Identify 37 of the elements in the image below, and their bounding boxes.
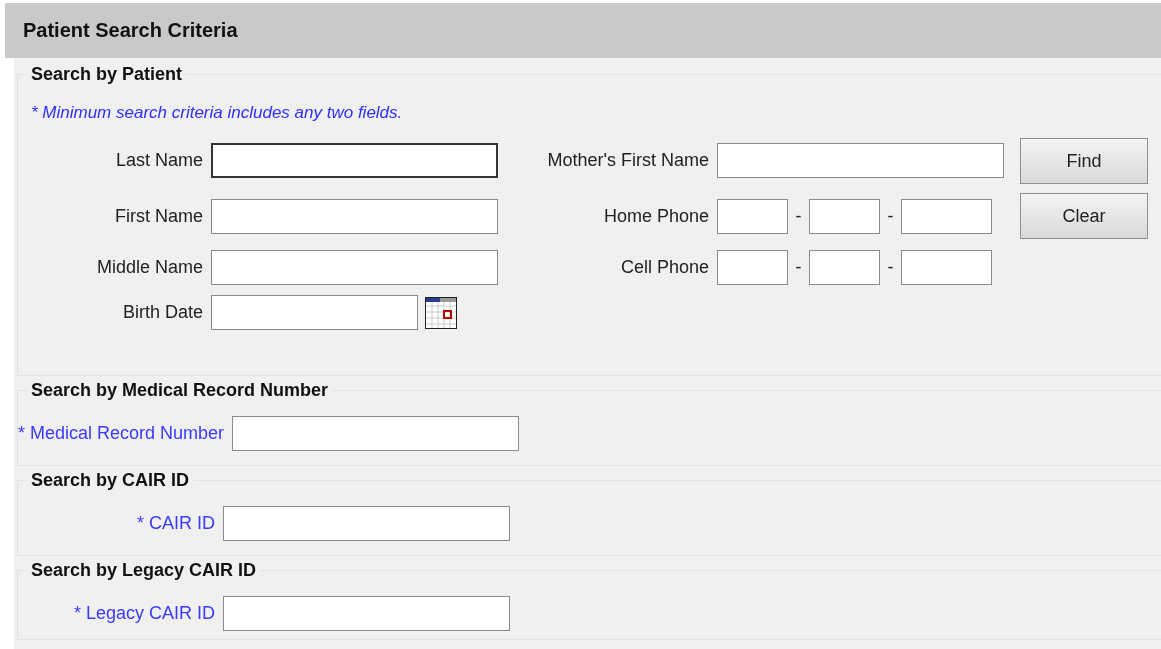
field-label: First Name — [114, 206, 203, 227]
hint-text: * Minimum search criteria includes any two fields. — [31, 103, 404, 123]
text-field[interactable] — [232, 416, 520, 451]
field-label: Birth Date — [121, 302, 203, 323]
phone-field[interactable] — [717, 250, 788, 285]
text-field[interactable] — [211, 199, 498, 234]
separator: - — [794, 206, 803, 227]
text-field[interactable] — [223, 596, 510, 631]
field-label: Cell Phone — [619, 257, 709, 278]
calendar-icon[interactable] — [425, 296, 457, 329]
separator: - — [886, 206, 895, 227]
field-label: * Legacy CAIR ID — [72, 603, 215, 624]
field-label: Middle Name — [95, 257, 203, 278]
text-field[interactable] — [211, 250, 498, 285]
phone-field[interactable] — [717, 199, 788, 234]
text-field[interactable] — [717, 143, 1004, 178]
panel-title: Patient Search Criteria — [23, 19, 238, 42]
field-label: Home Phone — [602, 206, 709, 227]
action-button[interactable]: Find — [1020, 138, 1148, 184]
phone-field[interactable] — [901, 250, 992, 285]
section-title: Search by Patient — [30, 65, 184, 85]
phone-field[interactable] — [809, 199, 880, 234]
phone-field[interactable] — [901, 199, 992, 234]
field-label: * Medical Record Number — [18, 423, 225, 444]
action-button[interactable]: Clear — [1020, 193, 1148, 239]
date-field[interactable] — [211, 295, 418, 330]
field-label: * CAIR ID — [136, 513, 215, 534]
separator: - — [886, 257, 895, 278]
section-title: Search by Legacy CAIR ID — [30, 561, 258, 581]
section-title: Search by Medical Record Number — [30, 381, 330, 401]
separator: - — [794, 257, 803, 278]
text-field[interactable] — [211, 143, 498, 178]
section-title: Search by CAIR ID — [30, 471, 191, 491]
field-label: Mother's First Name — [546, 150, 709, 171]
field-label: Last Name — [114, 150, 203, 171]
text-field[interactable] — [223, 506, 510, 541]
phone-field[interactable] — [809, 250, 880, 285]
